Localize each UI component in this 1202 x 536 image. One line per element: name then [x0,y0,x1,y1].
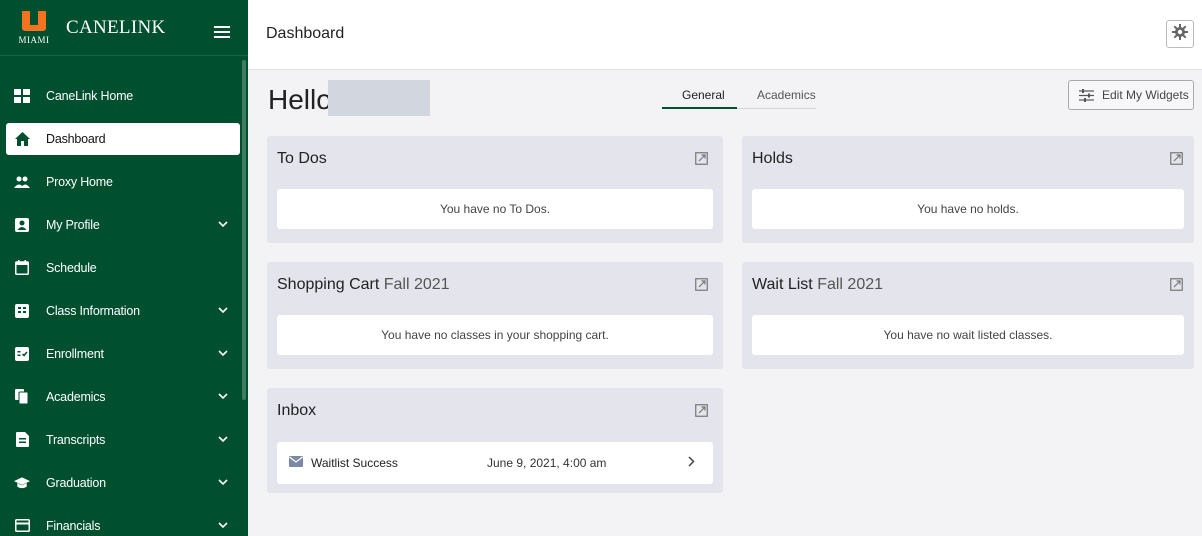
sidebar: MIAMI CANELINK CaneLink Home Dashboard P… [0,0,248,536]
holds-widget: Holds You have no holds. [742,136,1194,243]
hamburger-menu-icon[interactable] [214,26,230,38]
u-logo-icon [22,10,46,31]
sidebar-item-financials[interactable]: Financials [0,504,248,536]
transcript-icon [14,432,30,448]
profile-card-icon [14,217,30,233]
sidebar-item-canelink-home[interactable]: CaneLink Home [0,74,248,117]
sidebar-item-label: Graduation [46,475,106,490]
sidebar-item-label: Schedule [46,260,97,275]
class-info-icon [14,303,30,319]
page-title: Dashboard [266,25,345,42]
chevron-down-icon[interactable] [218,432,228,446]
external-link-icon[interactable] [1170,152,1184,166]
edit-my-widgets-label: Edit My Widgets [1102,88,1189,102]
sidebar-item-transcripts[interactable]: Transcripts [0,418,248,461]
widget-title: Holds [752,150,793,167]
wallet-icon [14,518,30,534]
todos-widget: To Dos You have no To Dos. [267,136,723,243]
sidebar-item-label: Transcripts [46,432,106,447]
active-tab-indicator [662,107,737,109]
external-link-icon[interactable] [695,278,709,292]
sidebar-item-label: CaneLink Home [46,88,134,103]
sidebar-item-label: Financials [46,518,101,533]
sidebar-item-label: Proxy Home [46,174,113,189]
sidebar-item-label: Class Information [46,303,140,318]
sidebar-item-schedule[interactable]: Schedule [0,246,248,289]
widget-empty-message: You have no holds. [752,189,1184,229]
widget-title: Shopping Cart Fall 2021 [277,276,450,294]
sidebar-item-label: Dashboard [46,132,106,146]
chevron-down-icon[interactable] [218,389,228,403]
external-link-icon[interactable] [1170,278,1184,292]
widget-title: To Dos [277,150,327,167]
documents-icon [14,389,30,405]
message-date: June 9, 2021, 4:00 am [487,456,607,470]
sidebar-item-label: My Profile [46,217,100,232]
sliders-icon [1079,88,1094,102]
greeting: Hello [268,84,332,115]
widget-empty-message: You have no classes in your shopping car… [277,315,713,355]
inbox-widget: Inbox Waitlist Success June 9, 2021, 4:0… [267,388,723,493]
chevron-down-icon[interactable] [218,303,228,317]
gear-icon [1172,23,1188,45]
sidebar-item-label: Academics [46,389,106,404]
enrollment-icon [14,346,30,362]
envelope-icon [289,456,303,470]
people-icon [14,174,30,190]
shopping-cart-widget: Shopping Cart Fall 2021 You have no clas… [267,262,723,369]
brand-header: MIAMI CANELINK [0,0,248,56]
widget-title-text: Shopping Cart [277,276,380,293]
widget-term: Fall 2021 [817,276,884,293]
sidebar-item-proxy-home[interactable]: Proxy Home [0,160,248,203]
house-icon [14,131,30,147]
sidebar-item-dashboard[interactable]: Dashboard [6,123,240,155]
dashboard-tabs: General Academics [662,83,816,109]
brand-name: CANELINK [66,16,166,38]
redacted-user-name [328,80,430,116]
home-grid-icon [14,88,30,104]
edit-my-widgets-button[interactable]: Edit My Widgets [1068,80,1194,110]
inbox-message-row[interactable]: Waitlist Success June 9, 2021, 4:00 am [277,442,713,484]
widget-title: Wait List Fall 2021 [752,276,883,294]
top-bar: Dashboard [248,0,1202,70]
widget-empty-message: You have no wait listed classes. [752,315,1184,355]
chevron-down-icon[interactable] [218,518,228,532]
settings-button[interactable] [1166,20,1194,48]
chevron-down-icon[interactable] [218,346,228,360]
graduation-cap-icon [14,475,30,491]
chevron-down-icon[interactable] [218,217,228,231]
message-subject: Waitlist Success [311,456,398,470]
widget-term: Fall 2021 [383,276,450,293]
widget-title: Inbox [277,402,317,419]
tab-general[interactable]: General [682,88,725,102]
calendar-icon [14,260,30,276]
widget-empty-message: You have no To Dos. [277,189,713,229]
logo-text: MIAMI [18,34,50,45]
widget-title-text: Wait List [752,276,813,293]
sidebar-item-enrollment[interactable]: Enrollment [0,332,248,375]
tab-academics[interactable]: Academics [757,88,816,102]
sidebar-nav: CaneLink Home Dashboard Proxy Home My Pr… [0,74,248,536]
sidebar-item-my-profile[interactable]: My Profile [0,203,248,246]
sidebar-item-class-information[interactable]: Class Information [0,289,248,332]
external-link-icon[interactable] [695,404,709,418]
miami-logo[interactable]: MIAMI [14,10,54,45]
external-link-icon[interactable] [695,152,709,166]
chevron-right-icon[interactable] [688,456,695,470]
sidebar-item-label: Enrollment [46,346,104,361]
wait-list-widget: Wait List Fall 2021 You have no wait lis… [742,262,1194,369]
chevron-down-icon[interactable] [218,475,228,489]
sidebar-item-academics[interactable]: Academics [0,375,248,418]
sidebar-item-graduation[interactable]: Graduation [0,461,248,504]
